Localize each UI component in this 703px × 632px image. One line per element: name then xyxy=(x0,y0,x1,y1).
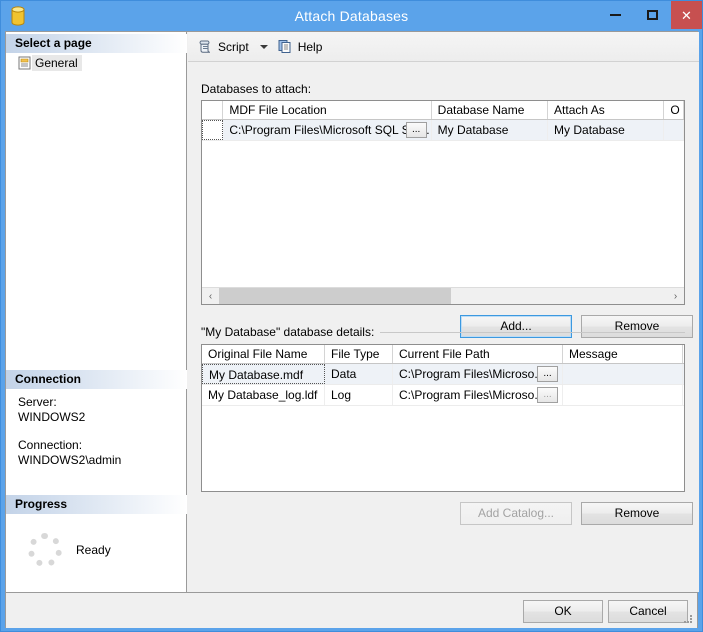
scrollbar-track[interactable] xyxy=(219,287,667,304)
script-label: Script xyxy=(218,39,249,54)
attach-col-attach-as[interactable]: Attach As xyxy=(548,101,665,119)
ok-button[interactable]: OK xyxy=(523,600,603,623)
details-cell-message[interactable] xyxy=(563,364,683,384)
details-cell-path-text: C:\Program Files\Microso... xyxy=(399,367,545,381)
close-button[interactable]: ✕ xyxy=(671,1,702,29)
help-document-icon xyxy=(278,40,291,53)
sidebar-item-general[interactable]: General xyxy=(6,54,187,72)
connection-label: Connection: xyxy=(18,438,83,452)
help-button[interactable]: Help xyxy=(274,36,327,58)
table-row[interactable]: My Database_log.ldf Log C:\Program Files… xyxy=(202,385,684,406)
minimize-button[interactable] xyxy=(597,1,634,29)
sidebar-item-label: General xyxy=(32,55,82,71)
maximize-button[interactable] xyxy=(634,1,671,29)
close-icon: ✕ xyxy=(681,7,692,23)
attach-databases-window: Attach Databases ✕ Select a page General… xyxy=(0,0,703,632)
details-cell-path-text: C:\Program Files\Microso... xyxy=(399,388,545,402)
attach-cell-attach-as[interactable]: My Database xyxy=(548,120,665,140)
dialog-client-area: Select a page General Connection Server: xyxy=(5,31,699,628)
title-bar: Attach Databases ✕ xyxy=(1,1,702,31)
server-value: WINDOWS2 xyxy=(18,410,86,424)
details-col-current-file-path[interactable]: Current File Path xyxy=(393,345,563,363)
toolbar: Script Help xyxy=(188,32,699,62)
details-cell-file-type[interactable]: Log xyxy=(325,385,393,405)
attach-col-select[interactable] xyxy=(202,101,224,119)
details-cell-original-file-name[interactable]: My Database_log.ldf xyxy=(202,385,325,405)
database-details-grid[interactable]: Original File Name File Type Current Fil… xyxy=(201,344,685,492)
attach-col-owner[interactable]: O xyxy=(664,101,684,119)
details-cell-current-file-path[interactable]: C:\Program Files\Microso... ... xyxy=(393,364,563,384)
database-details-group: "My Database" database details: xyxy=(201,325,685,339)
resize-grip-icon[interactable] xyxy=(682,613,694,625)
page-general-icon xyxy=(18,56,31,70)
details-col-message[interactable]: Message xyxy=(563,345,683,363)
database-details-label: "My Database" database details: xyxy=(201,325,381,339)
details-cell-current-file-path[interactable]: C:\Program Files\Microso... ... xyxy=(393,385,563,405)
scroll-left-arrow-icon[interactable]: ‹ xyxy=(202,288,219,305)
remove-button-bottom[interactable]: Remove xyxy=(581,502,693,525)
details-cell-original-file-name[interactable]: My Database.mdf xyxy=(202,364,325,384)
attach-col-mdf-file-location[interactable]: MDF File Location xyxy=(223,101,432,119)
attach-cell-mdf-file-location[interactable]: C:\Program Files\Microsoft SQL Ser... ..… xyxy=(223,120,432,140)
details-grid-header: Original File Name File Type Current Fil… xyxy=(202,345,684,364)
details-col-file-type[interactable]: File Type xyxy=(325,345,393,363)
attach-row-header[interactable] xyxy=(202,120,224,140)
progress-header: Progress xyxy=(6,495,187,514)
attach-cell-owner[interactable] xyxy=(664,120,684,140)
attach-browse-button[interactable]: ... xyxy=(405,122,427,138)
cancel-button[interactable]: Cancel xyxy=(608,600,688,623)
sidebar: Select a page General Connection Server: xyxy=(6,32,187,592)
details-cell-message[interactable] xyxy=(563,385,683,405)
script-scroll-icon xyxy=(199,40,211,53)
connection-value: WINDOWS2\admin xyxy=(18,453,122,467)
maximize-icon xyxy=(647,10,658,20)
script-button[interactable]: Script xyxy=(194,36,253,58)
server-label: Server: xyxy=(18,395,57,409)
databases-to-attach-grid[interactable]: MDF File Location Database Name Attach A… xyxy=(201,100,685,305)
chevron-down-icon[interactable] xyxy=(259,44,268,49)
table-row[interactable]: My Database.mdf Data C:\Program Files\Mi… xyxy=(202,364,684,385)
attach-grid-header: MDF File Location Database Name Attach A… xyxy=(202,101,684,120)
details-browse-button[interactable]: ... xyxy=(537,387,558,403)
attach-cell-database-name[interactable]: My Database xyxy=(432,120,549,140)
minimize-icon xyxy=(610,14,621,16)
databases-to-attach-label: Databases to attach: xyxy=(201,82,312,96)
progress-status-label: Ready xyxy=(76,543,111,557)
attach-cell-mdf-text: C:\Program Files\Microsoft SQL Ser... xyxy=(229,123,430,137)
main-panel: Script Help Databases to attach: MDF Fil… xyxy=(188,32,699,592)
attach-grid-horizontal-scrollbar[interactable]: ‹ › xyxy=(202,287,684,304)
dialog-footer: OK Cancel xyxy=(6,592,697,627)
details-cell-file-type[interactable]: Data xyxy=(325,364,393,384)
scrollbar-thumb[interactable] xyxy=(219,287,451,304)
table-row[interactable]: C:\Program Files\Microsoft SQL Ser... ..… xyxy=(202,120,684,141)
details-browse-button[interactable]: ... xyxy=(537,366,558,382)
select-page-header: Select a page xyxy=(6,34,187,53)
page-list: General xyxy=(6,54,187,72)
connection-details: Server: WINDOWS2 Connection: WINDOWS2\ad… xyxy=(18,395,183,481)
connection-header: Connection xyxy=(6,370,187,389)
add-catalog-button[interactable]: Add Catalog... xyxy=(460,502,572,525)
help-label: Help xyxy=(297,39,323,54)
details-col-original-file-name[interactable]: Original File Name xyxy=(202,345,325,363)
attach-col-database-name[interactable]: Database Name xyxy=(432,101,549,119)
progress-spinner-icon xyxy=(28,533,62,567)
scroll-right-arrow-icon[interactable]: › xyxy=(667,288,684,305)
progress-status-row: Ready xyxy=(6,520,187,580)
